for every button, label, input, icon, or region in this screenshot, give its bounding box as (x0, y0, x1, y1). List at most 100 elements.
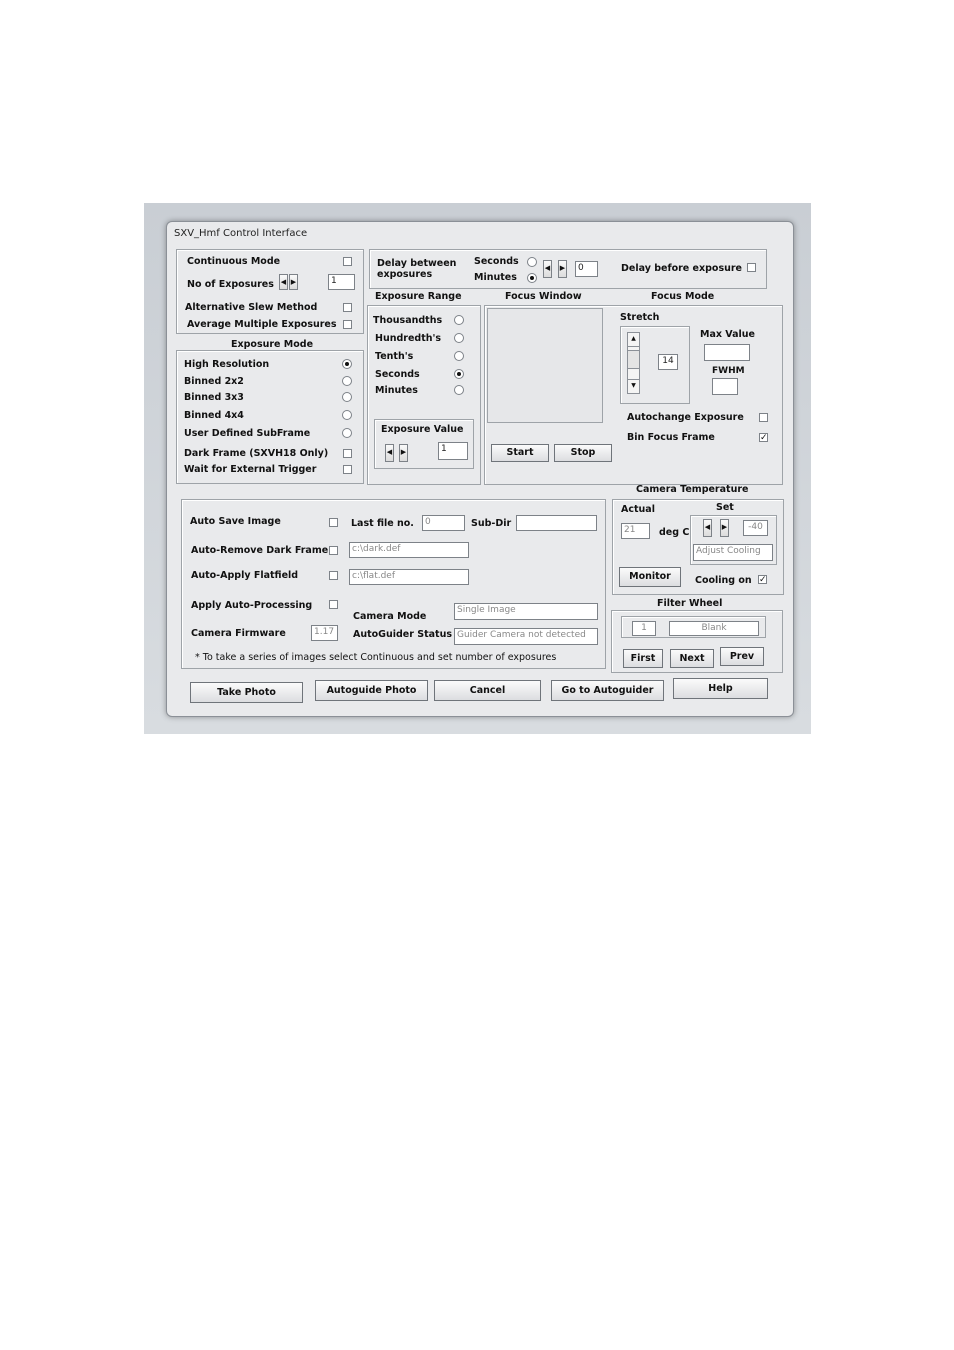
auto-save-checkbox[interactable] (329, 518, 338, 527)
exposures-spin-down[interactable]: ◀ (279, 274, 288, 290)
scroll-up-icon[interactable]: ▲ (628, 333, 639, 347)
mode-radio-binned-4x4[interactable] (342, 410, 352, 420)
delay-seconds-radio[interactable] (527, 257, 537, 267)
apply-auto-processing-label: Apply Auto-Processing (191, 600, 313, 611)
camera-temp-title: Camera Temperature (636, 484, 749, 495)
mode-label-binned-2x2: Binned 2x2 (184, 376, 244, 387)
delay-between-label: Delay between exposures (377, 258, 457, 280)
delay-seconds-label: Seconds (474, 256, 519, 267)
title-bar: SXV_Hmf Control Interface (167, 222, 793, 244)
deg-c-label: deg C (659, 527, 690, 538)
mode-label-binned-3x3: Binned 3x3 (184, 392, 244, 403)
auto-remove-dark-checkbox[interactable] (329, 546, 338, 555)
filter-prev-button[interactable]: Prev (720, 647, 764, 666)
alt-slew-checkbox[interactable] (343, 303, 352, 312)
delay-spin-down[interactable]: ◀ (543, 260, 552, 278)
focus-window-image[interactable] (487, 308, 603, 423)
filter-wheel-title: Filter Wheel (657, 598, 723, 609)
camera-mode-field: Single Image (454, 603, 598, 620)
no-of-exposures-input[interactable]: 1 (328, 274, 355, 290)
last-file-label: Last file no. (351, 518, 414, 529)
autochange-checkbox[interactable] (759, 413, 768, 422)
focus-mode-title: Focus Mode (651, 291, 715, 302)
sub-dir-input[interactable] (516, 515, 597, 531)
dark-frame-checkbox[interactable] (343, 449, 352, 458)
delay-value-input[interactable]: 0 (575, 261, 598, 277)
range-label-tenths: Tenth's (375, 351, 414, 362)
continuous-mode-label: Continuous Mode (187, 256, 281, 267)
mode-radio-subframe[interactable] (342, 428, 352, 438)
fwhm-field (712, 378, 738, 395)
continuous-mode-checkbox[interactable] (343, 257, 352, 266)
exposure-value-input[interactable]: 1 (438, 442, 468, 460)
go-to-autoguider-button[interactable]: Go to Autoguider (551, 680, 664, 701)
exposure-value-spin-up[interactable]: ▶ (399, 444, 408, 462)
range-radio-seconds[interactable] (454, 369, 464, 379)
avg-multi-checkbox[interactable] (343, 320, 352, 329)
cancel-button[interactable]: Cancel (434, 680, 541, 701)
set-temp-spin-up[interactable]: ▶ (720, 519, 729, 537)
camera-firmware-label: Camera Firmware (191, 628, 286, 639)
exposure-mode-title: Exposure Mode (231, 339, 314, 350)
dark-frame-label: Dark Frame (SXVH18 Only) (184, 448, 329, 459)
avg-multi-label: Average Multiple Exposures (187, 319, 337, 330)
delay-minutes-radio[interactable] (527, 273, 537, 283)
delay-before-label: Delay before exposure (621, 263, 742, 274)
range-radio-minutes[interactable] (454, 385, 464, 395)
filter-first-button[interactable]: First (623, 649, 663, 668)
stretch-value: 14 (658, 354, 678, 370)
set-temp-spin-down[interactable]: ◀ (703, 519, 712, 537)
alt-slew-label: Alternative Slew Method (185, 302, 318, 313)
wait-trigger-label: Wait for External Trigger (184, 464, 317, 475)
camera-mode-label: Camera Mode (353, 611, 427, 622)
auto-apply-flat-checkbox[interactable] (329, 571, 338, 580)
monitor-button[interactable]: Monitor (619, 567, 681, 587)
bin-focus-checkbox[interactable]: ✓ (759, 433, 768, 443)
scroll-down-icon[interactable]: ▼ (628, 379, 639, 393)
auto-save-label: Auto Save Image (190, 516, 281, 527)
autochange-label: Autochange Exposure (627, 412, 744, 423)
exposure-value-label: Exposure Value (381, 424, 464, 435)
scroll-thumb[interactable] (628, 350, 639, 369)
mode-radio-binned-3x3[interactable] (342, 392, 352, 402)
mode-label-subframe: User Defined SubFrame (184, 428, 311, 439)
stretch-scrollbar[interactable]: ▲ ▼ (627, 332, 640, 394)
filter-next-button[interactable]: Next (670, 649, 714, 668)
firmware-field: 1.17 (311, 625, 338, 641)
auto-apply-flat-label: Auto-Apply Flatfield (191, 570, 299, 581)
max-value-label: Max Value (700, 329, 756, 340)
range-label-minutes: Minutes (375, 385, 418, 396)
stop-button[interactable]: Stop (554, 444, 612, 462)
auto-remove-dark-label: Auto-Remove Dark Frame (191, 545, 329, 556)
range-label-hundredths: Hundredth's (375, 333, 442, 344)
dark-file-input[interactable]: c:\dark.def (349, 542, 469, 558)
exposures-spin-up[interactable]: ▶ (289, 274, 298, 290)
set-temp-field[interactable]: -40 (743, 520, 768, 536)
range-label-seconds: Seconds (375, 369, 420, 380)
exposure-range-title: Exposure Range (375, 291, 462, 302)
range-label-thousandths: Thousandths (373, 315, 443, 326)
adjust-cooling-button[interactable]: Adjust Cooling (693, 544, 773, 561)
range-radio-thousandths[interactable] (454, 315, 464, 325)
range-radio-tenths[interactable] (454, 351, 464, 361)
exposure-value-spin-down[interactable]: ◀ (385, 444, 394, 462)
flat-file-input[interactable]: c:\flat.def (349, 569, 469, 585)
mode-radio-binned-2x2[interactable] (342, 376, 352, 386)
mode-label-binned-4x4: Binned 4x4 (184, 410, 244, 421)
start-button[interactable]: Start (491, 444, 549, 462)
take-photo-button[interactable]: Take Photo (190, 682, 303, 703)
window-title: SXV_Hmf Control Interface (174, 228, 308, 239)
range-radio-hundredths[interactable] (454, 333, 464, 343)
fwhm-label: FWHM (712, 366, 745, 376)
delay-spin-up[interactable]: ▶ (558, 260, 567, 278)
last-file-input[interactable]: 0 (422, 515, 465, 531)
help-button[interactable]: Help (673, 678, 768, 699)
cooling-on-checkbox[interactable]: ✓ (758, 575, 767, 585)
mode-radio-high-resolution[interactable] (342, 359, 352, 369)
apply-auto-processing-checkbox[interactable] (329, 600, 338, 609)
autoguide-photo-button[interactable]: Autoguide Photo (315, 680, 428, 701)
wait-trigger-checkbox[interactable] (343, 465, 352, 474)
delay-before-checkbox[interactable] (747, 263, 756, 272)
filter-position-field: 1 (632, 621, 656, 636)
temp-actual-label: Actual (621, 504, 655, 515)
